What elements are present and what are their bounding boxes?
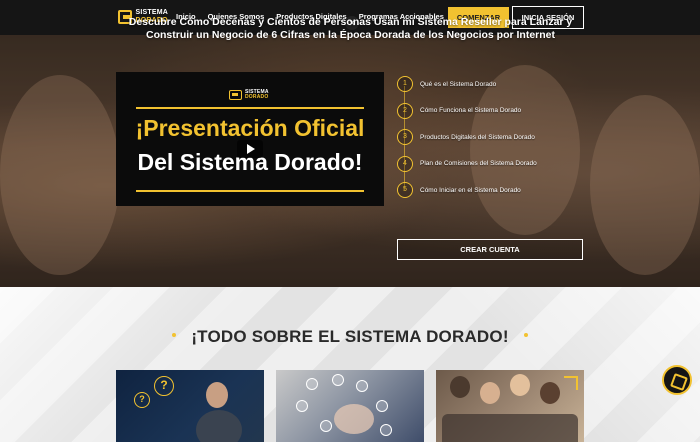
step-number: 3 bbox=[397, 129, 413, 146]
network-node-icon bbox=[356, 380, 368, 392]
video-player[interactable]: SISTEMA DORADO ¡Presentación Oficial Del… bbox=[116, 72, 384, 206]
step-item[interactable]: 2 Cómo Funciona el Sistema Dorado bbox=[397, 98, 597, 125]
title-dot-right-icon bbox=[524, 333, 528, 337]
video-divider-bottom bbox=[136, 190, 364, 192]
step-number: 5 bbox=[397, 182, 413, 199]
team-member-icon bbox=[510, 374, 530, 396]
floating-badge-icon[interactable] bbox=[662, 365, 692, 395]
logo-line2: DORADO bbox=[245, 94, 269, 100]
network-node-icon bbox=[376, 400, 388, 412]
team-table bbox=[442, 414, 578, 442]
step-number: 1 bbox=[397, 76, 413, 93]
info-card-question[interactable]: ? ? bbox=[116, 370, 264, 442]
network-node-icon bbox=[320, 420, 332, 432]
step-label: Plan de Comisiones del Sistema Dorado bbox=[420, 160, 537, 168]
step-number: 2 bbox=[397, 102, 413, 119]
video-logo: SISTEMA DORADO bbox=[229, 89, 269, 101]
logo-icon bbox=[229, 90, 242, 100]
logo-text: SISTEMA DORADO bbox=[245, 89, 269, 101]
thinking-man-body bbox=[196, 410, 242, 442]
section-title: ¡TODO SOBRE EL SISTEMA DORADO! bbox=[191, 327, 509, 346]
corner-accent-icon bbox=[564, 376, 578, 390]
play-icon[interactable] bbox=[237, 140, 263, 158]
video-title-line1: ¡Presentación Oficial bbox=[135, 115, 365, 141]
crear-cuenta-button[interactable]: CREAR CUENTA bbox=[397, 239, 583, 260]
step-label: Cómo Iniciar en el Sistema Dorado bbox=[420, 186, 521, 194]
info-card-team[interactable] bbox=[436, 370, 584, 442]
step-label: Cómo Funciona el Sistema Dorado bbox=[420, 107, 522, 115]
step-item[interactable]: 5 Cómo Iniciar en el Sistema Dorado bbox=[397, 177, 597, 204]
step-item[interactable]: 1 Qué es el Sistema Dorado bbox=[397, 71, 597, 98]
step-number: 4 bbox=[397, 155, 413, 172]
step-item[interactable]: 3 Productos Digitales del Sistema Dorado bbox=[397, 124, 597, 151]
question-icon: ? bbox=[154, 376, 174, 396]
hand-icon bbox=[334, 404, 374, 434]
step-label: Qué es el Sistema Dorado bbox=[420, 80, 497, 88]
info-card-network[interactable] bbox=[276, 370, 424, 442]
team-member-icon bbox=[450, 376, 470, 398]
step-label: Productos Digitales del Sistema Dorado bbox=[420, 133, 535, 141]
network-node-icon bbox=[296, 400, 308, 412]
video-divider-top bbox=[136, 107, 364, 109]
steps-list: 1 Qué es el Sistema Dorado 2 Cómo Funcio… bbox=[397, 71, 597, 204]
hero-title: Descubre Cómo Decenas y Cientos de Perso… bbox=[128, 16, 573, 41]
question-icon: ? bbox=[134, 392, 150, 408]
network-node-icon bbox=[380, 424, 392, 436]
thinking-man-icon bbox=[206, 382, 228, 408]
network-node-icon bbox=[306, 378, 318, 390]
team-member-icon bbox=[540, 382, 560, 404]
step-item[interactable]: 4 Plan de Comisiones del Sistema Dorado bbox=[397, 151, 597, 178]
network-node-icon bbox=[332, 374, 344, 386]
team-member-icon bbox=[480, 382, 500, 404]
